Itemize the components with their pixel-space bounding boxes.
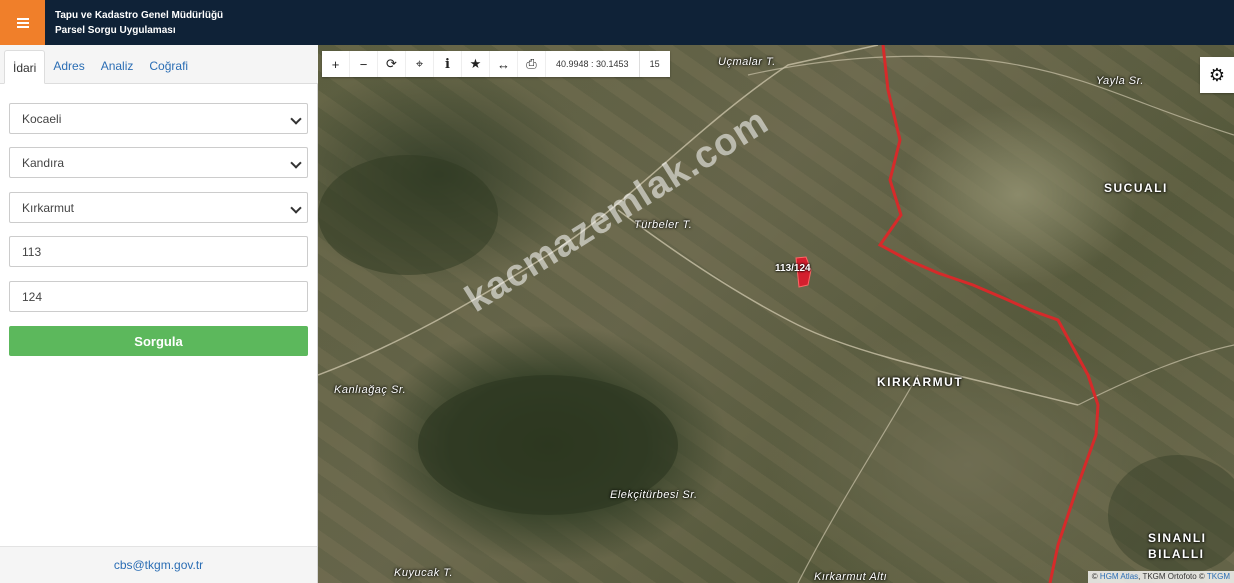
tab-adres[interactable]: Adres [45, 49, 92, 83]
sidebar: İdari Adres Analiz Coğrafi Kocaeli Kandı… [0, 45, 318, 583]
app-title-line1: Tapu ve Kadastro Genel Müdürlüğü [55, 10, 224, 21]
footer-contact: cbs@tkgm.gov.tr [0, 546, 317, 583]
locate-icon[interactable]: ⌖ [406, 51, 434, 77]
hamburger-icon [16, 17, 29, 28]
app-header: Tapu ve Kadastro Genel Müdürlüğü Parsel … [0, 0, 1234, 45]
map-attribution: © HGM Atlas, TKGM Ortofoto © TKGM [1087, 571, 1234, 583]
neighborhood-select[interactable]: Kırkarmut [9, 192, 308, 223]
app-title-line2: Parsel Sorgu Uygulaması [55, 25, 176, 36]
place-label: Elekçitürbesi Sr. [610, 489, 698, 501]
query-button[interactable]: Sorgula [9, 326, 308, 356]
map-toolbar: + − ⟳ ⌖ i ★ ↔ ⎙ 40.9948 : 30.1453 15 [322, 51, 670, 77]
contact-email-link[interactable]: cbs@tkgm.gov.tr [114, 558, 203, 572]
tab-cografi[interactable]: Coğrafi [141, 49, 196, 83]
info-icon[interactable]: i [434, 51, 462, 77]
block-input[interactable]: 113 [9, 236, 308, 267]
print-icon[interactable]: ⎙ [518, 51, 546, 77]
tab-idari[interactable]: İdari [4, 50, 46, 84]
district-select[interactable]: Kandıra [9, 147, 308, 178]
menu-button[interactable] [0, 0, 45, 45]
parcel-label: 113/124 [775, 263, 811, 274]
tkgm-link[interactable]: TKGM [1207, 572, 1230, 581]
district-boundary [877, 45, 1100, 583]
gear-icon[interactable]: ⚙ [1200, 57, 1234, 93]
parcel-input[interactable]: 124 [9, 281, 308, 312]
place-label: Kuyucak T. [394, 567, 454, 579]
place-label: Yayla Sr. [1096, 75, 1144, 87]
tab-bar: İdari Adres Analiz Coğrafi [0, 45, 318, 84]
zoom-in-icon[interactable]: + [322, 51, 350, 77]
place-label: Uçmalar T. [718, 56, 776, 68]
place-label: Kırkarmut Altı [814, 571, 888, 583]
zoom-out-icon[interactable]: − [350, 51, 378, 77]
province-select[interactable]: Kocaeli [9, 103, 308, 134]
zoom-level: 15 [649, 59, 660, 69]
place-label: Kanlıağaç Sr. [334, 384, 407, 396]
app-title: Tapu ve Kadastro Genel Müdürlüğü Parsel … [55, 8, 223, 38]
measure-icon[interactable]: ↔ [490, 51, 518, 77]
place-label: SUCUALI [1104, 181, 1168, 195]
map-overlay [318, 45, 1234, 583]
place-label: Türbeler T. [634, 219, 693, 231]
refresh-icon[interactable]: ⟳ [378, 51, 406, 77]
tab-analiz[interactable]: Analiz [93, 49, 142, 83]
star-icon[interactable]: ★ [462, 51, 490, 77]
map-view[interactable]: + − ⟳ ⌖ i ★ ↔ ⎙ 40.9948 : 30.1453 15 ⚙ U… [318, 45, 1234, 583]
place-label: KIRKARMUT [877, 375, 964, 389]
hgm-atlas-link[interactable]: HGM Atlas [1100, 572, 1138, 581]
place-label: SINANLI [1148, 531, 1207, 545]
attribution-text: , TKGM Ortofoto © [1138, 572, 1207, 581]
coordinate-readout: 40.9948 : 30.1453 [546, 51, 640, 77]
place-label: BILALLI [1148, 547, 1205, 561]
